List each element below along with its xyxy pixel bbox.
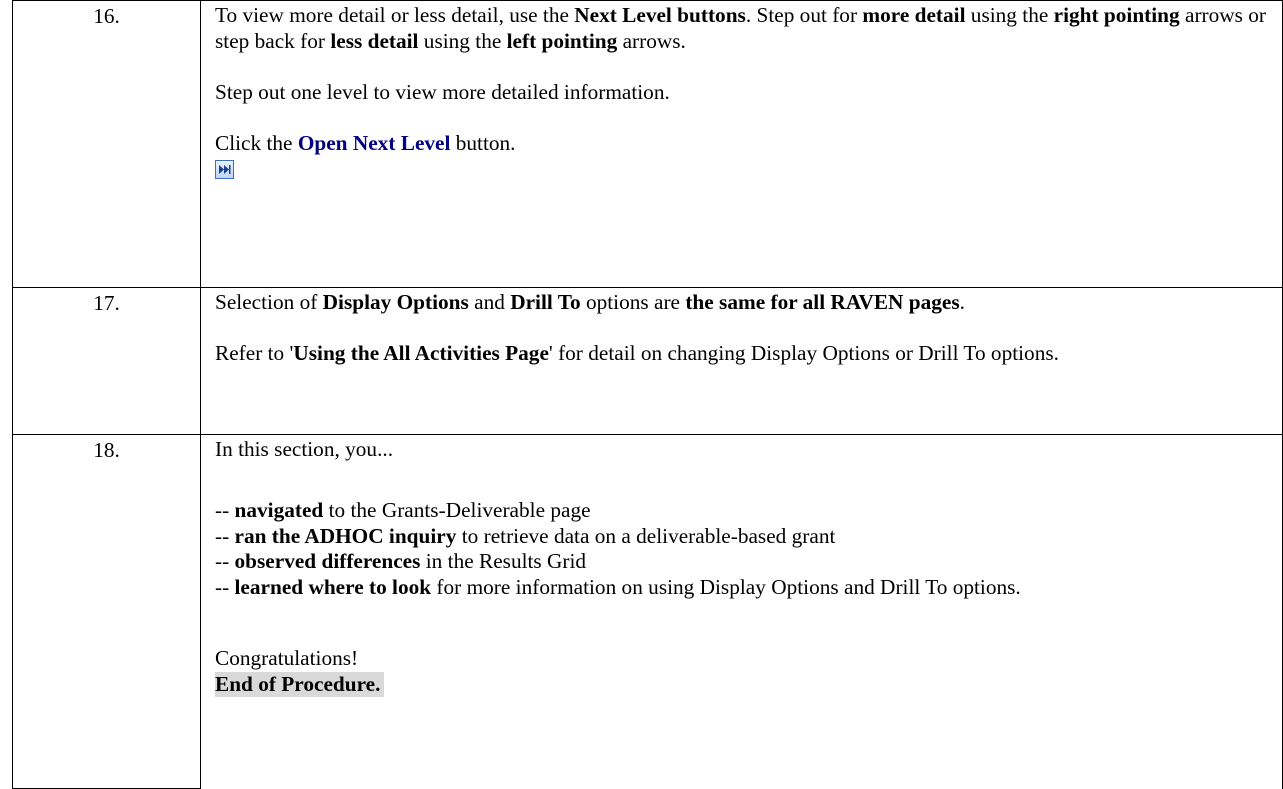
text-run: Refer to ': [215, 341, 294, 366]
text-run: to retrieve data on a deliverable-based …: [456, 523, 836, 548]
bold-text: Display Options: [322, 290, 469, 314]
text-run: --: [215, 498, 235, 523]
text-run: --: [215, 574, 235, 599]
step-paragraph: Click the Open Next Level button.: [215, 131, 1272, 157]
text-run: button.: [450, 130, 516, 155]
step-paragraph: In this section, you...: [215, 437, 394, 461]
bold-text: less detail: [330, 28, 419, 53]
bold-text: ran the ADHOC inquiry: [234, 523, 457, 548]
step-number-cell: 16.: [12, 0, 201, 288]
summary-item: -- navigated to the Grants-Deliverable p…: [215, 498, 1272, 524]
text-run: for more information on using Display Op…: [431, 574, 1021, 599]
bold-text: observed differences: [234, 549, 421, 574]
procedure-steps-table: 16. To view more detail or less detail, …: [12, 0, 1283, 789]
congratulations-text: Congratulations!: [215, 646, 359, 671]
text-run: To view more detail or less detail, use …: [215, 3, 575, 27]
bold-text: more detail: [862, 3, 966, 27]
step-row: 17. Selection of Display Options and Dri…: [12, 287, 1283, 435]
bold-text: learned where to look: [234, 574, 432, 599]
bold-text: left pointing: [506, 28, 618, 53]
step-paragraph: To view more detail or less detail, use …: [215, 3, 1272, 54]
bold-text: navigated: [234, 498, 324, 523]
step-instructions-cell: To view more detail or less detail, use …: [200, 0, 1283, 288]
bold-text: Next Level buttons: [574, 3, 746, 27]
summary-item: -- ran the ADHOC inquiry to retrieve dat…: [215, 524, 1272, 550]
step-row: 16. To view more detail or less detail, …: [12, 0, 1283, 288]
step-number: 16.: [93, 4, 120, 28]
step-instructions-cell: In this section, you... -- navigated to …: [200, 434, 1283, 789]
text-run: using the: [965, 3, 1054, 27]
text-run: Selection of: [215, 290, 323, 314]
bold-text: Drill To: [510, 290, 581, 314]
text-run: Click the: [215, 130, 298, 155]
open-next-level-icon[interactable]: [215, 159, 234, 179]
text-run: using the: [418, 28, 507, 53]
step-number: 17.: [93, 291, 120, 315]
text-run: . Step out for: [745, 3, 863, 27]
text-run: to the Grants-Deliverable page: [323, 498, 591, 523]
text-run: --: [215, 523, 235, 548]
summary-item: -- observed differences in the Results G…: [215, 549, 1272, 575]
step-number-cell: 18.: [12, 434, 201, 789]
text-run: --: [215, 549, 235, 574]
text-run: ' for detail on changing Display Options…: [548, 341, 1059, 366]
end-of-procedure-label: End of Procedure.: [215, 671, 385, 698]
bold-text: right pointing: [1053, 3, 1180, 27]
step-row: 18. In this section, you... -- navigated…: [12, 434, 1283, 789]
bold-text: Using the All Activities Page: [293, 341, 549, 366]
step-paragraph: Step out one level to view more detailed…: [215, 79, 670, 104]
step-paragraph: Refer to 'Using the All Activities Page'…: [215, 341, 1272, 367]
text-run: .: [959, 290, 965, 314]
text-run: options are: [580, 290, 686, 314]
text-run: in the Results Grid: [420, 549, 587, 574]
bold-text: the same for all RAVEN pages: [685, 290, 960, 314]
step-paragraph: Selection of Display Options and Drill T…: [215, 290, 1272, 316]
step-number-cell: 17.: [12, 287, 201, 435]
open-next-level-label: Open Next Level: [297, 130, 451, 155]
text-run: arrows.: [617, 28, 686, 53]
text-run: and: [468, 290, 511, 314]
step-number: 18.: [93, 438, 120, 462]
summary-item: -- learned where to look for more inform…: [215, 575, 1272, 601]
step-instructions-cell: Selection of Display Options and Drill T…: [200, 287, 1283, 435]
